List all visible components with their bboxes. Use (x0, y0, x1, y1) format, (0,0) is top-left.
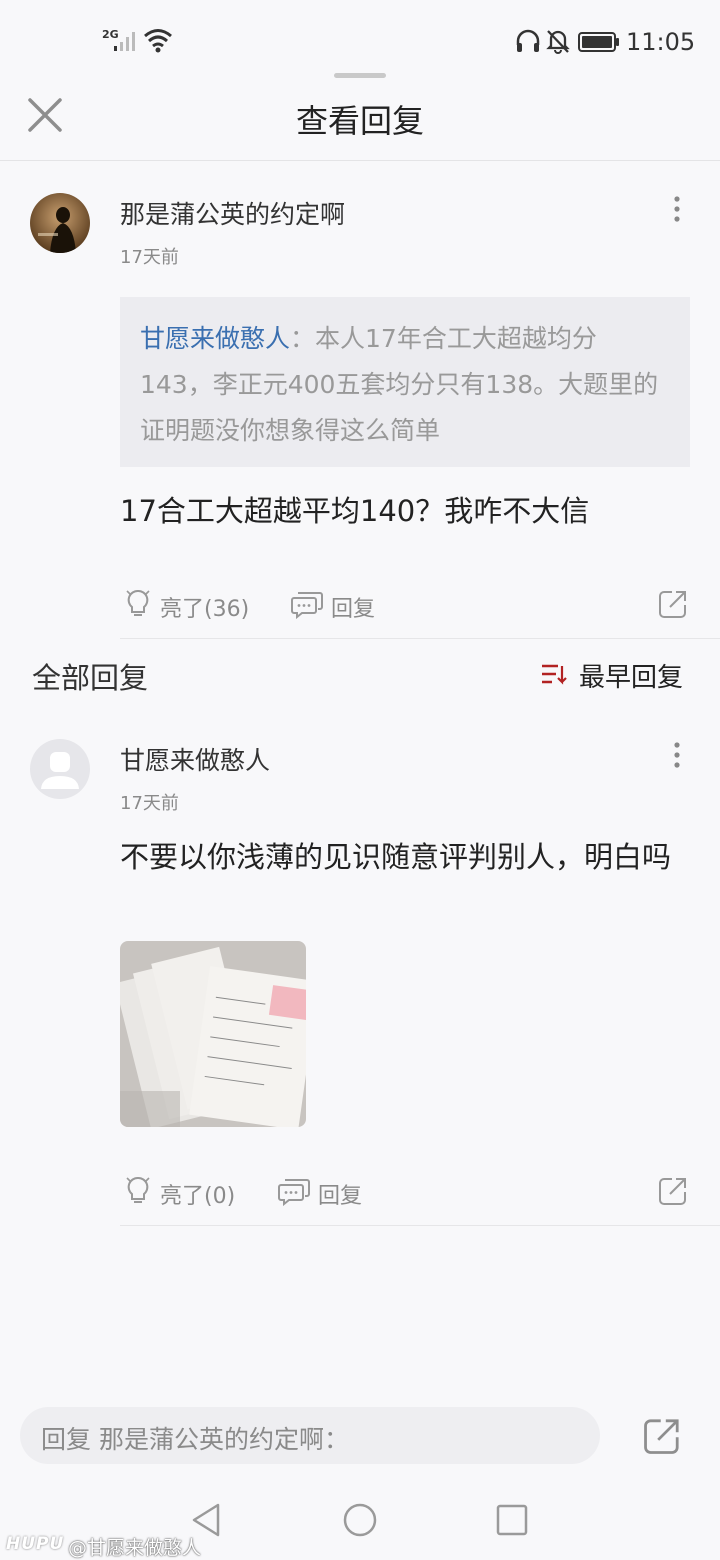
lightbulb-icon[interactable] (124, 587, 152, 619)
comment-text: 17合工大超越平均140？我咋不大信 (120, 494, 590, 528)
headphones-icon (516, 29, 540, 52)
reply-text: 不要以你浅薄的见识随意评判别人，明白吗 (120, 840, 672, 874)
like-button[interactable]: 亮了(36) (160, 591, 249, 623)
sort-button[interactable]: 最早回复 (579, 657, 683, 694)
signal-icon (114, 32, 135, 51)
reply-input-placeholder: 回复 那是蒲公英的约定啊： (41, 1425, 349, 1454)
reply-image[interactable] (120, 941, 306, 1127)
default-avatar-icon (41, 752, 79, 789)
divider (120, 638, 720, 639)
clock: 11:05 (626, 28, 696, 56)
more-options-icon[interactable] (671, 740, 683, 770)
reply-username[interactable]: 甘愿来做憨人 (120, 741, 270, 777)
divider (120, 1225, 720, 1226)
share-icon[interactable] (643, 1417, 681, 1455)
recents-icon[interactable] (496, 1504, 528, 1536)
mute-bell-icon (546, 30, 570, 54)
watermark-logo: HUPU (6, 1534, 65, 1554)
share-icon[interactable] (658, 589, 688, 619)
battery-icon (578, 32, 619, 52)
comment-time: 17天前 (120, 247, 179, 268)
lightbulb-icon[interactable] (124, 1174, 152, 1206)
reply-icon[interactable] (277, 1176, 311, 1206)
share-icon[interactable] (658, 1176, 688, 1206)
home-icon[interactable] (342, 1502, 378, 1538)
reply-icon[interactable] (290, 589, 324, 619)
reply-time: 17天前 (120, 793, 179, 814)
reply-button[interactable]: 回复 (318, 1178, 362, 1210)
replies-section-title: 全部回复 (32, 661, 149, 695)
drag-handle[interactable] (334, 73, 386, 78)
more-options-icon[interactable] (671, 194, 683, 224)
sort-icon[interactable] (540, 662, 568, 686)
avatar[interactable] (30, 193, 90, 253)
watermark-text: @甘愿来做憨人 (68, 1537, 202, 1559)
comment-username[interactable]: 那是蒲公英的约定啊 (120, 195, 345, 231)
avatar[interactable] (30, 739, 90, 799)
quoted-author[interactable]: 甘愿来做憨人 (140, 324, 290, 353)
like-button[interactable]: 亮了(0) (160, 1178, 235, 1210)
exam-papers-image (120, 941, 306, 1127)
wifi-icon (144, 29, 172, 53)
page-title: 查看回复 (295, 102, 424, 140)
status-bar: 2G 11:05 (0, 0, 720, 80)
reply-button[interactable]: 回复 (331, 591, 375, 623)
quoted-comment-text: 甘愿来做憨人：本人17年合工大超越均分143，李正元400五套均分只有138。大… (140, 324, 659, 445)
